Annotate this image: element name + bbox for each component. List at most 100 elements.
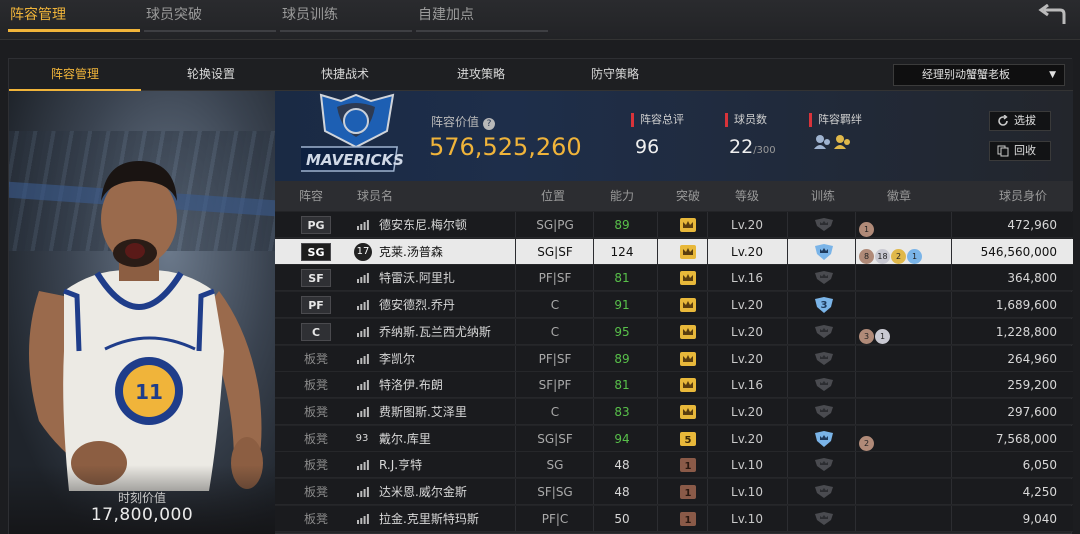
training-shield-icon[interactable] (813, 510, 835, 528)
player-level: Lv.20 (731, 244, 763, 259)
player-ability: 81 (614, 271, 630, 286)
badge-icon: 2 (891, 248, 906, 264)
player-ability: 95 (614, 324, 630, 339)
lineup-value: 576,525,260 (429, 133, 582, 161)
player-name: 德安东尼.梅尔顿 (379, 218, 467, 232)
table-row[interactable]: PF 德安德烈.乔丹 C 91 Lv.20 3 1,689,600 (275, 292, 1073, 319)
breakthrough-icon (679, 297, 697, 313)
training-shield-icon[interactable] (813, 430, 835, 448)
player-ability: 81 (614, 378, 630, 393)
player-ability: 48 (614, 458, 630, 473)
training-shield-icon[interactable]: 3 (813, 296, 835, 314)
jersey-number-badge: 17 (354, 242, 372, 261)
player-price: 1,689,600 (995, 298, 1057, 313)
signal-bars-icon (357, 406, 369, 417)
signal-bars-icon (357, 300, 369, 311)
sub-tab-rotation[interactable]: 轮换设置 (145, 59, 277, 91)
player-level: Lv.20 (731, 298, 763, 313)
training-shield-icon[interactable] (813, 456, 835, 474)
slot-label: 板凳 (303, 351, 328, 366)
player-position: SG|SF (537, 431, 573, 446)
position-slot-badge[interactable]: C (301, 322, 331, 341)
training-shield-icon[interactable] (813, 269, 835, 287)
back-arrow-icon[interactable] (1034, 4, 1070, 30)
badge-icon: 2 (859, 435, 874, 451)
svg-text:1: 1 (685, 488, 692, 499)
sub-tab-defense[interactable]: 防守策略 (549, 59, 681, 91)
table-row[interactable]: 板凳 李凯尔 PF|SF 89 Lv.20 264,960 (275, 345, 1073, 372)
bond-icons[interactable] (809, 133, 862, 155)
player-portrait: 11 时刻价值 17,800,000 (9, 91, 275, 534)
player-price: 1,228,800 (995, 324, 1057, 339)
svg-text:1: 1 (685, 461, 692, 472)
position-slot-badge[interactable]: PG (301, 216, 331, 234)
table-row[interactable]: 板凳 费斯图斯.艾泽里 C 83 Lv.20 297,600 (275, 398, 1073, 425)
slot-label: 板凳 (303, 458, 328, 473)
player-ability: 48 (614, 485, 630, 499)
player-name: 费斯图斯.艾泽里 (379, 404, 467, 419)
table-row[interactable]: 板凳 R.J.亨特 SG 48 1 Lv.10 6,050 (275, 452, 1073, 479)
training-shield-icon[interactable] (813, 216, 835, 234)
table-row[interactable]: 板凳 93 戴尔.库里 SG|SF 94 5 Lv.20 2 7,568,000 (275, 425, 1073, 452)
lineup-value-label: 阵容价值? (431, 113, 496, 130)
player-position: PF|C (541, 511, 569, 526)
player-price: 6,050 (1022, 458, 1057, 473)
table-row[interactable]: SG 17 克莱.汤普森 SG|SF 124 Lv.20 8 18 2 1 546,560,000 (275, 238, 1073, 265)
player-name: 德安德烈.乔丹 (379, 298, 455, 313)
help-icon[interactable]: ? (483, 118, 496, 130)
table-row[interactable]: 板凳 拉金.克里斯特玛斯 PF|C 50 1 Lv.10 9,040 (275, 505, 1073, 532)
breakthrough-icon: 1 (679, 511, 697, 527)
table-row[interactable]: C 乔纳斯.瓦兰西尤纳斯 C 95 Lv.20 3 1 1,228,800 (275, 318, 1073, 345)
position-slot-badge[interactable]: SG (301, 242, 331, 261)
training-shield-icon[interactable] (813, 323, 835, 341)
badges: 31 (859, 323, 891, 344)
sub-tab-offense[interactable]: 进攻策略 (415, 59, 547, 91)
position-slot-badge[interactable]: SF (301, 269, 331, 288)
training-shield-icon[interactable] (813, 243, 835, 261)
breakthrough-icon (679, 377, 697, 393)
sub-tab-lineup[interactable]: 阵容管理 (9, 59, 141, 91)
player-price: 264,960 (1007, 351, 1057, 366)
svg-text:3: 3 (821, 300, 828, 311)
player-level: Lv.16 (731, 378, 763, 393)
player-name: 特洛伊.布朗 (379, 378, 443, 393)
recall-button[interactable]: 回收 (989, 141, 1051, 161)
player-count-stat: 球员数 22/300 (725, 113, 776, 158)
signal-bars-icon (357, 273, 369, 284)
top-tab-custom-points[interactable]: 自建加点 (416, 0, 548, 32)
select-button[interactable]: 选拔 (989, 111, 1051, 131)
table-row[interactable]: 板凳 达米恩.威尔金斯 SF|SG 48 1 Lv.10 4,250 (275, 479, 1073, 505)
svg-text:MAVERICKS: MAVERICKS (306, 151, 404, 169)
table-row[interactable]: PG 德安东尼.梅尔顿 SG|PG 89 Lv.20 1 472,960 (275, 212, 1073, 238)
signal-bars-icon (357, 487, 369, 497)
slot-label: 板凳 (303, 485, 328, 499)
sub-tab-quick-tactics[interactable]: 快捷战术 (279, 59, 411, 91)
table-row[interactable]: 板凳 特洛伊.布朗 SF|PF 81 Lv.16 259,200 (275, 372, 1073, 399)
player-price: 546,560,000 (980, 244, 1057, 259)
player-name: 达米恩.威尔金斯 (379, 485, 467, 499)
breakthrough-icon (679, 217, 697, 233)
top-tab-training[interactable]: 球员训练 (280, 0, 412, 32)
top-tab-breakthrough[interactable]: 球员突破 (144, 0, 276, 32)
badge-icon: 1 (875, 328, 890, 344)
training-shield-icon[interactable] (813, 403, 835, 421)
player-ability: 83 (614, 404, 630, 419)
player-level: Lv.16 (731, 271, 763, 286)
training-shield-icon[interactable] (813, 483, 835, 501)
breakthrough-icon (679, 270, 697, 286)
position-slot-badge[interactable]: PF (301, 296, 331, 315)
top-tab-lineup[interactable]: 阵容管理 (8, 0, 140, 32)
training-shield-icon[interactable] (813, 376, 835, 394)
manager-dropdown[interactable]: 经理别动蟹蟹老板 ▼ (893, 64, 1065, 86)
roster-table-header: 阵容 球员名 位置 能力 突破 等级 训练 徽章 球员身价 (275, 181, 1073, 211)
rating-stat: 阵容总评 96 (631, 113, 684, 158)
table-row[interactable]: SF 特雷沃.阿里扎 PF|SF 81 Lv.16 364,800 (275, 265, 1073, 292)
svg-text:11: 11 (135, 380, 163, 404)
player-position: C (550, 404, 560, 419)
training-shield-icon[interactable] (813, 350, 835, 368)
player-position: PF|SF (538, 351, 572, 366)
refresh-icon (998, 115, 1008, 126)
badge-icon: 1 (907, 248, 922, 264)
lineup-panel: 阵容管理 轮换设置 快捷战术 进攻策略 防守策略 经理别动蟹蟹老板 ▼ 11 时… (8, 58, 1073, 534)
player-price: 4,250 (1022, 485, 1057, 499)
